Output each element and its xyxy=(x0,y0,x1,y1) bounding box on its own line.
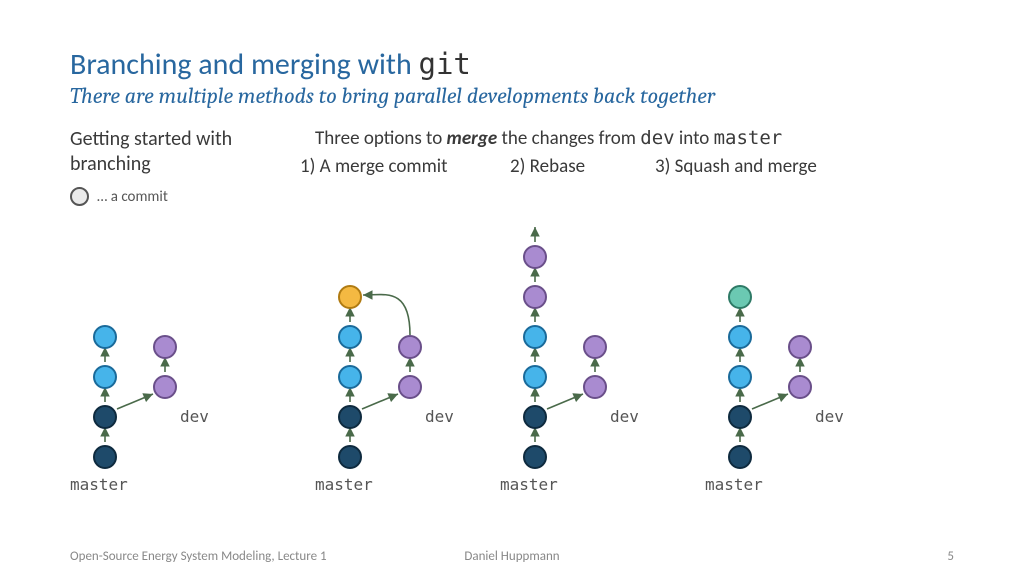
footer-author: Daniel Huppmann xyxy=(70,549,954,564)
rh-3: into xyxy=(675,127,714,150)
label-dev-b: dev xyxy=(425,407,454,426)
diagram-merge-commit xyxy=(305,177,485,487)
diagram-getting-started xyxy=(60,217,230,487)
legend: … a commit xyxy=(70,187,270,206)
label-dev-d: dev xyxy=(815,407,844,426)
label-master-d: master xyxy=(705,475,763,494)
footer-page: 5 xyxy=(947,549,954,564)
slide: Branching and merging with git There are… xyxy=(0,0,1024,576)
label-master-b: master xyxy=(315,475,373,494)
rh-1: Three options to xyxy=(315,127,447,150)
label-dev-a: dev xyxy=(180,407,209,426)
option-1-title: 1) A merge commit xyxy=(300,155,447,178)
legend-label: … a commit xyxy=(97,188,168,206)
label-dev-c: dev xyxy=(610,407,639,426)
slide-subtitle: There are multiple methods to bring para… xyxy=(70,83,954,109)
option-3-title: 3) Squash and merge xyxy=(655,155,817,178)
slide-title: Branching and merging with git xyxy=(70,48,954,81)
diagram-rebase xyxy=(490,137,660,487)
slide-body: Getting started with branching … a commi… xyxy=(70,127,954,507)
title-mono: git xyxy=(419,47,471,81)
left-heading: Getting started with branching xyxy=(70,127,270,177)
diagram-squash-merge xyxy=(695,177,865,487)
label-master-a: master xyxy=(70,475,128,494)
rh-master: master xyxy=(714,127,783,149)
footer: Open-Source Energy System Modeling, Lect… xyxy=(70,549,954,564)
left-column: Getting started with branching … a commi… xyxy=(70,127,270,206)
commit-icon xyxy=(70,187,89,206)
label-master-c: master xyxy=(500,475,558,494)
title-text: Branching and merging with xyxy=(70,46,419,83)
